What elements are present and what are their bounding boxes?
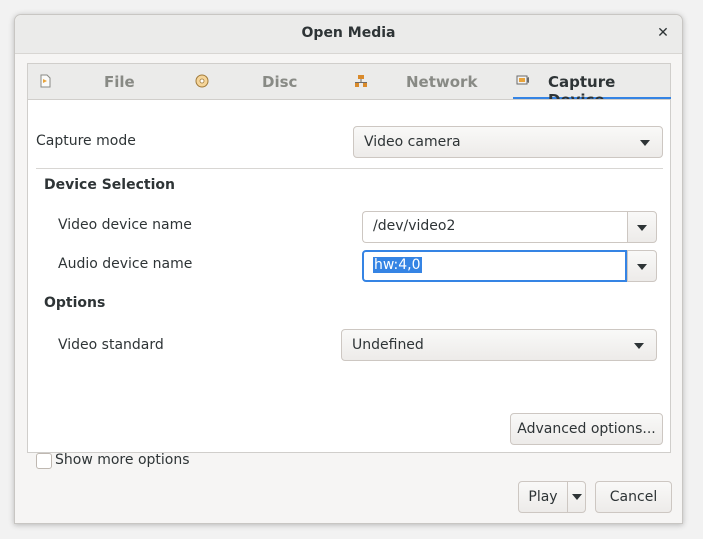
- play-button[interactable]: Play: [519, 482, 567, 512]
- chevron-down-icon: [634, 343, 644, 349]
- chevron-down-icon: [637, 264, 647, 270]
- capture-mode-value: Video camera: [364, 134, 461, 150]
- video-device-dropdown-button[interactable]: [627, 211, 657, 243]
- audio-device-value: hw:4,0: [373, 257, 422, 273]
- capture-device-icon: [516, 75, 529, 85]
- show-more-options-label[interactable]: Show more options: [55, 452, 190, 468]
- capture-mode-select[interactable]: Video camera: [353, 126, 663, 158]
- video-device-label: Video device name: [58, 217, 192, 233]
- cancel-button[interactable]: Cancel: [595, 481, 672, 513]
- network-icon: [355, 75, 367, 87]
- device-selection-heading: Device Selection: [44, 177, 175, 193]
- capture-mode-label: Capture mode: [36, 133, 136, 149]
- play-split-button: Play: [518, 481, 586, 513]
- video-device-combo: /dev/video2: [362, 211, 657, 243]
- video-device-value: /dev/video2: [373, 218, 456, 234]
- file-icon: [40, 74, 51, 88]
- tab-capture-device[interactable]: Capture Device: [513, 64, 671, 109]
- tab-file-label: File: [104, 73, 135, 91]
- audio-device-input[interactable]: hw:4,0: [362, 250, 627, 282]
- video-standard-select[interactable]: Undefined: [341, 329, 657, 361]
- capture-device-panel: Capture mode Video camera Device Selecti…: [27, 99, 671, 453]
- audio-device-value-wrapper: hw:4,0: [373, 257, 422, 273]
- video-standard-label: Video standard: [58, 337, 164, 353]
- dialog-title: Open Media: [301, 25, 396, 41]
- video-device-input[interactable]: /dev/video2: [362, 211, 627, 243]
- chevron-down-icon: [572, 494, 582, 500]
- section-divider: [36, 168, 663, 169]
- show-more-options-checkbox[interactable]: [36, 453, 52, 469]
- chevron-down-icon: [640, 140, 650, 146]
- audio-device-label: Audio device name: [58, 256, 193, 272]
- tab-disc-label: Disc: [262, 73, 298, 91]
- tab-bar: File Disc Network Capture: [27, 63, 671, 109]
- close-icon[interactable]: ✕: [654, 24, 672, 42]
- advanced-options-button[interactable]: Advanced options...: [510, 413, 663, 445]
- audio-device-dropdown-button[interactable]: [627, 250, 657, 282]
- options-heading: Options: [44, 295, 106, 311]
- chevron-down-icon: [637, 225, 647, 231]
- video-standard-value: Undefined: [352, 337, 424, 353]
- tab-network-label: Network: [406, 73, 478, 91]
- tab-network[interactable]: Network: [348, 64, 513, 100]
- tab-file[interactable]: File: [28, 64, 188, 100]
- titlebar: Open Media ✕: [15, 15, 682, 54]
- play-options-dropdown[interactable]: [568, 482, 586, 512]
- disc-icon: [195, 74, 209, 88]
- tab-disc[interactable]: Disc: [188, 64, 348, 100]
- open-media-dialog: Open Media ✕ File Disc Network Capture C…: [14, 14, 683, 524]
- audio-device-combo: hw:4,0: [362, 250, 657, 282]
